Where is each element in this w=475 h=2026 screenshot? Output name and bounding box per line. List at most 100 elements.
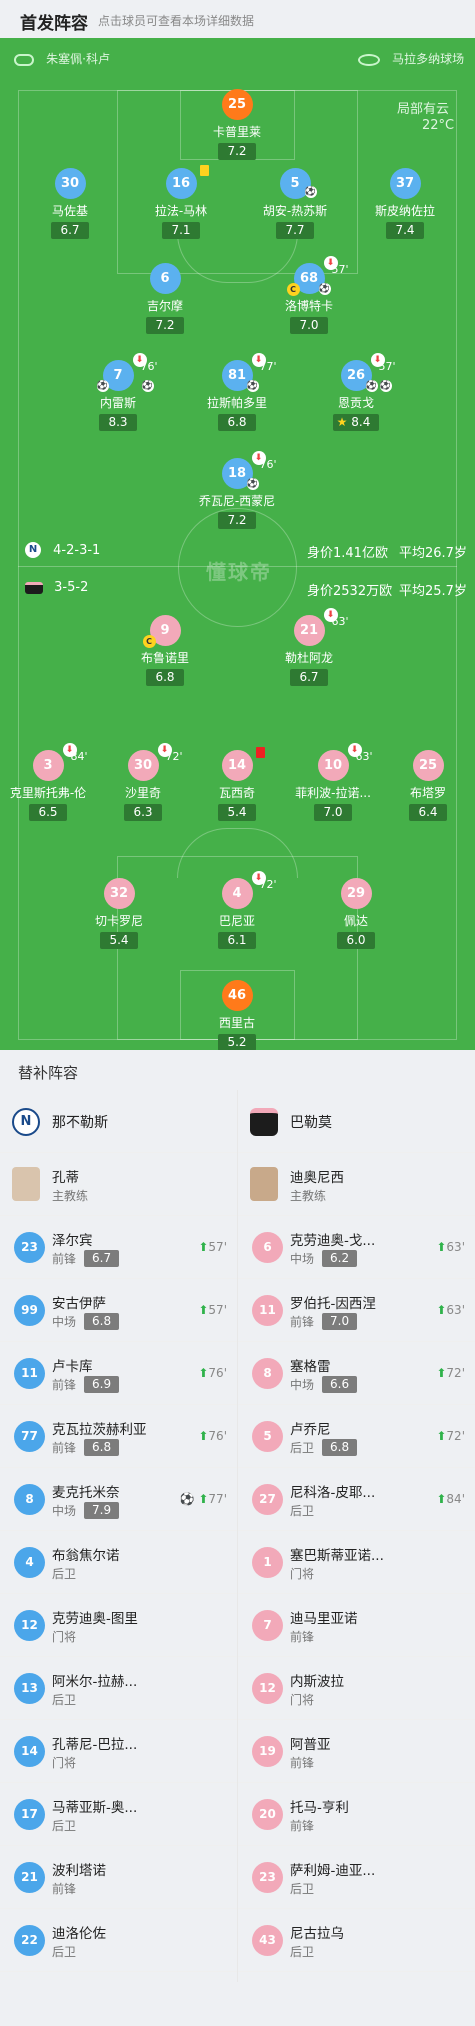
sub-player-number: 17 (14, 1799, 45, 1830)
sub-player-position: 中场 (290, 1378, 315, 1392)
sub-player-row[interactable]: 6 克劳迪奥-戈... 中场 6.2 ⬆63' (238, 1216, 475, 1279)
sub-player-position: 前锋 (290, 1630, 315, 1644)
coach-name: 孔蒂 (52, 1170, 79, 1186)
sub-player-row[interactable]: 23 萨利姆-迪亚... 后卫 (238, 1846, 475, 1909)
player-name: 乔瓦尼-西蒙尼 (198, 494, 276, 508)
sub-player-row[interactable]: 12 内斯波拉 门将 (238, 1657, 475, 1720)
player-home-rb[interactable]: 30 马佐基 6.7 (15, 168, 125, 239)
sub-player-position: 前锋 (52, 1378, 77, 1392)
sub-player-row[interactable]: 27 尼科洛-皮耶... 后卫 ⬆84' (238, 1468, 475, 1531)
sub-player-name: 内斯波拉 (290, 1674, 344, 1690)
player-away-mid3[interactable]: 14 瓦西奇 5.4 (182, 747, 292, 821)
player-name: 吉尔摩 (146, 299, 183, 313)
sub-player-position: 门将 (52, 1756, 77, 1770)
sub-player-row[interactable]: 77 克瓦拉茨赫利亚 前锋 6.8 ⬆76' (0, 1405, 237, 1468)
player-away-cb3[interactable]: 29 佩达 6.0 (301, 878, 411, 949)
player-home-rw[interactable]: 7 ⬇ 76' ⚽ ⚽ 内雷斯 8.3 (63, 353, 173, 431)
sub-player-row[interactable]: 43 尼古拉乌 后卫 (238, 1909, 475, 1972)
sub-player-row[interactable]: 11 罗伯托-因西涅 前锋 7.0 ⬆63' (238, 1279, 475, 1342)
player-away-cb1[interactable]: 32 切卡罗尼 5.4 (64, 878, 174, 949)
player-rating-best: ★ 8.4 (332, 414, 380, 431)
captain-icon: C (142, 635, 156, 648)
sub-on-icon: ⬆ (198, 1303, 209, 1317)
player-home-st[interactable]: 18 ⬇ 76' ⚽ 乔瓦尼-西蒙尼 7.2 (182, 451, 292, 529)
sub-player-row[interactable]: 17 马蒂亚斯-奥... 后卫 (0, 1783, 237, 1846)
sub-time: 72' (259, 878, 277, 891)
goal-ball-icon: ⚽ (304, 186, 317, 198)
sub-player-number: 43 (252, 1925, 283, 1956)
coach-avatar (250, 1167, 278, 1201)
sub-on-time: 77' (208, 1492, 227, 1506)
sub-player-number: 99 (14, 1295, 45, 1326)
sub-player-position: 门将 (290, 1567, 315, 1581)
home-team-row: N 那不勒斯 (0, 1090, 237, 1153)
sub-player-name: 马蒂亚斯-奥... (52, 1800, 138, 1816)
player-home-gk[interactable]: 25 卡普里莱 7.2 (182, 89, 292, 160)
sub-player-name: 阿米尔-拉赫... (52, 1674, 138, 1690)
section-title: 首发阵容 (20, 14, 88, 34)
player-name: 斯皮纳佐拉 (374, 204, 435, 218)
sub-player-row[interactable]: 13 阿米尔-拉赫... 后卫 (0, 1657, 237, 1720)
player-home-am[interactable]: 81 ⬇ 77' ⚽ 拉斯帕多里 6.8 (182, 353, 292, 431)
player-rating: 7.7 (276, 222, 314, 239)
sub-player-row[interactable]: 8 塞格雷 中场 6.6 ⬆72' (238, 1342, 475, 1405)
palermo-logo-icon (25, 581, 43, 594)
home-formation: N 4-2-3-1 (25, 542, 100, 558)
player-home-dm2[interactable]: 68 ⬇ 57' C ⚽ 洛博特卡 7.0 (254, 256, 364, 334)
sub-player-row[interactable]: 11 卢卡库 前锋 6.9 ⬆76' (0, 1342, 237, 1405)
sub-on-event: ⬆63' (436, 1303, 465, 1317)
section-subtitle: 点击球员可查看本场详细数据 (98, 14, 255, 28)
sub-player-row[interactable]: 7 迪马里亚诺 前锋 (238, 1594, 475, 1657)
player-away-st2[interactable]: 21 ⬇ 63' 勒杜阿龙 6.7 (254, 608, 364, 686)
player-home-cb1[interactable]: 16 拉法-马林 7.1 (126, 165, 236, 239)
sub-player-row[interactable]: 4 布翁焦尔诺 后卫 (0, 1531, 237, 1594)
player-name: 巴尼亚 (218, 914, 255, 928)
player-name: 拉斯帕多里 (206, 396, 267, 410)
sub-player-name: 迪马里亚诺 (290, 1611, 358, 1627)
sub-on-icon: ⬆ (436, 1492, 447, 1506)
sub-time: 57' (331, 263, 349, 276)
sub-player-rating: 6.8 (322, 1439, 358, 1456)
player-home-dm1[interactable]: 6 吉尔摩 7.2 (110, 263, 220, 334)
sub-player-row[interactable]: 12 克劳迪奥-图里 门将 (0, 1594, 237, 1657)
sub-player-row[interactable]: 5 卢乔尼 后卫 6.8 ⬆72' (238, 1405, 475, 1468)
coach-name: 迪奥尼西 (290, 1170, 344, 1186)
player-away-mid4[interactable]: 10 ⬇ 63' 菲利波-拉诺... 7.0 (278, 743, 388, 821)
sub-player-row[interactable]: 8 麦克托米奈 中场 7.9 ⚽ ⬆77' (0, 1468, 237, 1531)
player-number: 9C (142, 615, 181, 648)
player-rating: 7.1 (162, 222, 200, 239)
sub-player-row[interactable]: 99 安古伊萨 中场 6.8 ⬆57' (0, 1279, 237, 1342)
sub-player-row[interactable]: 22 迪洛伦佐 后卫 (0, 1909, 237, 1972)
sub-player-number: 5 (252, 1421, 283, 1452)
sub-player-position: 后卫 (290, 1441, 315, 1455)
sub-player-row[interactable]: 23 泽尔宾 前锋 6.7 ⬆57' (0, 1216, 237, 1279)
sub-time: 84' (70, 750, 88, 763)
player-number: 46 (221, 980, 253, 1011)
home-coach-row[interactable]: 孔蒂 主教练 (0, 1153, 237, 1216)
player-home-lw[interactable]: 26 ⬇ 57' ⚽ ⚽ 恩贡戈 ★ 8.4 (301, 353, 411, 431)
away-team-value: 身价2532万欧 (307, 584, 393, 599)
player-away-mid5[interactable]: 25 布塔罗 6.4 (373, 750, 475, 821)
player-home-lb[interactable]: 37 斯皮纳佐拉 7.4 (350, 168, 460, 239)
player-away-gk[interactable]: 46 西里古 5.2 (182, 980, 292, 1050)
sub-player-row[interactable]: 19 阿普亚 前锋 (238, 1720, 475, 1783)
sub-player-name: 卢卡库 (52, 1359, 93, 1375)
sub-player-number: 23 (14, 1232, 45, 1263)
sub-on-time: 76' (208, 1429, 227, 1443)
sub-player-row[interactable]: 21 波利塔诺 前锋 (0, 1846, 237, 1909)
sub-player-number: 11 (252, 1295, 283, 1326)
sub-player-position: 后卫 (290, 1504, 315, 1518)
player-away-st1[interactable]: 9C 布鲁诺里 6.8 (110, 615, 220, 686)
sub-player-row[interactable]: 1 塞巴斯蒂亚诺... 门将 (238, 1531, 475, 1594)
sub-player-name: 卢乔尼 (290, 1422, 331, 1438)
sub-on-time: 57' (208, 1240, 227, 1254)
player-home-cb2[interactable]: 5 ⚽ 胡安-热苏斯 7.7 (240, 168, 350, 239)
sub-player-row[interactable]: 20 托马-亨利 前锋 (238, 1783, 475, 1846)
sub-player-row[interactable]: 14 孔蒂尼-巴拉... 门将 (0, 1720, 237, 1783)
player-number: 26 ⬇ 57' ⚽ ⚽ (340, 353, 396, 392)
sub-player-number: 8 (252, 1358, 283, 1389)
player-away-cb2[interactable]: 4 ⬇ 72' 巴尼亚 6.1 (182, 871, 292, 949)
sub-player-name: 布翁焦尔诺 (52, 1548, 120, 1564)
player-number: 25 (412, 750, 444, 781)
away-coach-row[interactable]: 迪奥尼西 主教练 (238, 1153, 475, 1216)
